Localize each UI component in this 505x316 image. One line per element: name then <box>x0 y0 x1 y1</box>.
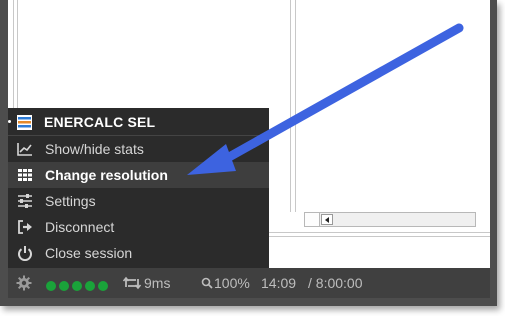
retweet-latency-icon <box>123 276 141 290</box>
menu-item-label: Change resolution <box>45 167 168 183</box>
zoom-level: 100% <box>214 275 250 291</box>
signal-dot <box>98 281 108 291</box>
signal-dot <box>72 281 82 291</box>
connection-quality-indicator <box>46 278 111 296</box>
signal-dot <box>46 281 56 291</box>
indicator-dot <box>8 120 11 123</box>
menu-item-settings[interactable]: Settings <box>8 188 269 214</box>
grid-line <box>290 0 291 212</box>
status-bar: 9ms 100% 14:09 / 8:00:00 <box>8 268 490 298</box>
stats-icon <box>17 143 32 156</box>
session-time: 14:09 <box>261 275 297 291</box>
disconnect-icon <box>18 220 32 234</box>
scroll-left-arrow-icon[interactable] <box>321 214 333 225</box>
menu-item-label: Show/hide stats <box>45 141 144 157</box>
latency-value: 9ms <box>144 275 171 291</box>
horizontal-scrollbar[interactable] <box>304 212 476 227</box>
menu-item-label: Disconnect <box>45 219 115 235</box>
power-icon <box>18 246 32 261</box>
menu-item-label: Close session <box>45 245 133 261</box>
menu-item-show-hide-stats[interactable]: Show/hide stats <box>8 136 269 162</box>
app-title: ENERCALC SEL <box>44 114 156 130</box>
gear-icon[interactable] <box>16 275 32 291</box>
session-menu: ENERCALC SEL Show/hide stats Change reso… <box>8 108 269 268</box>
menu-header: ENERCALC SEL <box>8 108 269 136</box>
enercalc-logo-icon <box>17 115 32 130</box>
session-duration: / 8:00:00 <box>308 275 363 291</box>
menu-item-change-resolution[interactable]: Change resolution <box>8 162 269 188</box>
signal-dot <box>59 281 69 291</box>
signal-dot <box>85 281 95 291</box>
sliders-icon <box>18 194 32 208</box>
menu-item-label: Settings <box>45 193 96 209</box>
screenshot-frame: ENERCALC SEL Show/hide stats Change reso… <box>0 0 497 306</box>
grid-line <box>295 0 296 212</box>
menu-item-disconnect[interactable]: Disconnect <box>8 214 269 240</box>
grid-line <box>268 236 490 237</box>
menu-item-close-session[interactable]: Close session <box>8 240 269 266</box>
grid-line <box>268 232 490 233</box>
grid-icon <box>18 169 32 181</box>
zoom-icon <box>201 277 213 289</box>
scrollbar-grip[interactable] <box>305 213 320 226</box>
